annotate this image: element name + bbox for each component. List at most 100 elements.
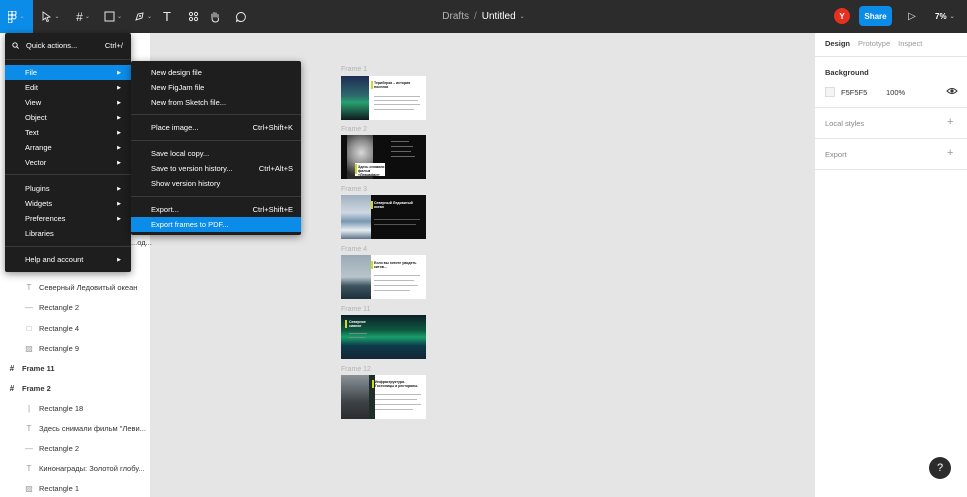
background-color-swatch[interactable] xyxy=(825,87,835,97)
menu-item-plugins[interactable]: Plugins ▶ xyxy=(5,181,131,196)
frame-hash-icon: # xyxy=(76,9,83,24)
resources-button[interactable] xyxy=(185,0,201,33)
layer-row[interactable]: T Кинонаграды: Золотой глобу... xyxy=(0,458,151,478)
text-line xyxy=(375,404,421,405)
layer-label: Кинонаграды: Золотой глобу... xyxy=(39,463,145,473)
layer-row[interactable]: — Rectangle 2 xyxy=(0,438,151,458)
frame-label[interactable]: Frame 2 xyxy=(341,126,367,133)
new-figjam-file-item[interactable]: New FigJam file xyxy=(131,80,301,95)
share-button[interactable]: Share xyxy=(859,6,892,26)
menu-item-file[interactable]: File ▶ xyxy=(5,65,131,80)
eye-icon[interactable] xyxy=(946,85,958,97)
help-button[interactable]: ? xyxy=(929,457,951,479)
main-menu-button[interactable]: ⌄ xyxy=(0,0,33,33)
frame-label[interactable]: Frame 11 xyxy=(341,306,370,313)
save-to-version-history-item[interactable]: Save to version history... Ctrl+Alt+S xyxy=(131,161,301,176)
place-image-item[interactable]: Place image... Ctrl+Shift+K xyxy=(131,120,301,135)
export-frames-to-pdf-item[interactable]: Export frames to PDF... xyxy=(131,217,301,232)
export-item[interactable]: Export... Ctrl+Shift+E xyxy=(131,202,301,217)
frame-thumbnail[interactable]: Инфраструктура. Гостиницы и рестораны. xyxy=(341,375,426,419)
text-layer-icon: T xyxy=(26,282,32,292)
slide-image xyxy=(341,255,371,299)
menu-item-arrange[interactable]: Arrange ▶ xyxy=(5,140,131,155)
chevron-down-icon: ⌄ xyxy=(146,14,153,20)
layer-row[interactable]: # Frame 2 xyxy=(0,378,151,398)
quick-actions-shortcut: Ctrl+/ xyxy=(104,41,123,50)
components-icon xyxy=(188,11,198,22)
move-tool-button[interactable]: ⌄ xyxy=(39,0,63,33)
new-design-file-item[interactable]: New design file xyxy=(131,65,301,80)
image-layer-icon: ▨ xyxy=(25,343,33,353)
menu-item-edit[interactable]: Edit ▶ xyxy=(5,80,131,95)
menu-item-widgets[interactable]: Widgets ▶ xyxy=(5,196,131,211)
chevron-down-icon: ⌄ xyxy=(116,14,123,20)
frame-thumbnail[interactable]: Северное сияние xyxy=(341,315,426,359)
menu-divider xyxy=(131,114,301,115)
pen-tool-button[interactable]: ⌄ xyxy=(130,0,156,33)
add-style-plus-icon[interactable]: + xyxy=(947,116,953,128)
new-from-sketch-item[interactable]: New from Sketch file... xyxy=(131,95,301,110)
accent-bar xyxy=(371,261,373,269)
tab-prototype[interactable]: Prototype xyxy=(858,39,890,48)
menu-item-preferences[interactable]: Preferences ▶ xyxy=(5,211,131,226)
present-button[interactable]: ▷ xyxy=(905,8,919,24)
tab-design[interactable]: Design xyxy=(825,39,850,48)
divider xyxy=(815,169,967,170)
breadcrumb-drafts[interactable]: Drafts xyxy=(442,11,469,22)
menu-item-text[interactable]: Text ▶ xyxy=(5,125,131,140)
layer-row[interactable]: ▨ Rectangle 1 xyxy=(0,478,151,497)
quick-actions-item[interactable]: Quick actions... Ctrl+/ xyxy=(5,38,131,53)
zoom-dropdown[interactable]: 7% ⌄ xyxy=(935,8,955,24)
layer-label: Frame 2 xyxy=(22,383,51,393)
layer-row[interactable]: | Rectangle 18 xyxy=(0,398,151,418)
properties-panel: Design Prototype Inspect Background F5F5… xyxy=(814,33,967,497)
chevron-right-icon: ▶ xyxy=(117,114,121,121)
layer-row[interactable]: ▨ Rectangle 9 xyxy=(0,338,151,358)
background-hex-input[interactable]: F5F5F5 xyxy=(841,88,867,97)
save-local-copy-item[interactable]: Save local copy... xyxy=(131,146,301,161)
menu-item-label: Save to version history... xyxy=(151,164,233,173)
background-opacity-input[interactable]: 100% xyxy=(886,88,905,97)
frame-thumbnail[interactable]: Если вы хотите увидеть китов... xyxy=(341,255,426,299)
avatar[interactable]: Y xyxy=(834,8,850,24)
show-version-history-item[interactable]: Show version history xyxy=(131,176,301,191)
menu-item-view[interactable]: View ▶ xyxy=(5,95,131,110)
comment-tool-button[interactable] xyxy=(233,0,249,33)
text-tool-button[interactable]: T xyxy=(159,0,175,33)
hand-tool-button[interactable] xyxy=(207,0,223,33)
layer-row[interactable]: — Rectangle 2 xyxy=(0,297,151,317)
frame-label[interactable]: Frame 4 xyxy=(341,246,367,253)
frame-thumbnail[interactable]: Здесь снимали фильм «Левиафан» xyxy=(341,135,426,179)
chevron-down-icon[interactable]: ⌄ xyxy=(520,13,525,20)
layer-row[interactable]: □ Rectangle 4 xyxy=(0,318,151,338)
menu-item-help-and-account[interactable]: Help and account ▶ xyxy=(5,252,131,267)
tab-inspect[interactable]: Inspect xyxy=(898,39,922,48)
frame-thumbnail[interactable]: Териберка – история поселка xyxy=(341,76,426,120)
frame-layer-icon: # xyxy=(9,363,15,373)
frame-label[interactable]: Frame 12 xyxy=(341,366,371,373)
menu-item-label: Export frames to PDF... xyxy=(151,220,229,229)
menu-item-libraries[interactable]: Libraries xyxy=(5,226,131,241)
add-export-plus-icon[interactable]: + xyxy=(947,147,953,159)
menu-item-vector[interactable]: Vector ▶ xyxy=(5,155,131,170)
frame-label[interactable]: Frame 3 xyxy=(341,186,367,193)
export-title: Export xyxy=(825,150,847,159)
frame-thumbnail[interactable]: Северный Ледовитый океан xyxy=(341,195,426,239)
menu-item-object[interactable]: Object ▶ xyxy=(5,110,131,125)
layer-label: Rectangle 9 xyxy=(39,343,80,353)
slide-title: Северное сияние xyxy=(349,320,366,329)
layer-row[interactable]: # Frame 11 xyxy=(0,358,151,378)
text-line xyxy=(374,280,414,281)
frame-tool-button[interactable]: # ⌄ xyxy=(70,0,96,33)
layer-row[interactable]: T Северный Ледовитый океан xyxy=(0,277,151,297)
menu-item-label: New FigJam file xyxy=(151,83,205,92)
shape-tool-button[interactable]: ⌄ xyxy=(100,0,126,33)
text-layer-icon: T xyxy=(26,463,32,473)
frame-label[interactable]: Frame 1 xyxy=(341,66,367,73)
divider xyxy=(815,138,967,139)
chevron-right-icon: ▶ xyxy=(117,99,121,106)
hand-icon xyxy=(211,11,219,23)
accent-bar xyxy=(371,201,373,209)
layer-row[interactable]: T Здесь снимали фильм "Леви... xyxy=(0,418,151,438)
file-name[interactable]: Untitled xyxy=(482,11,516,22)
